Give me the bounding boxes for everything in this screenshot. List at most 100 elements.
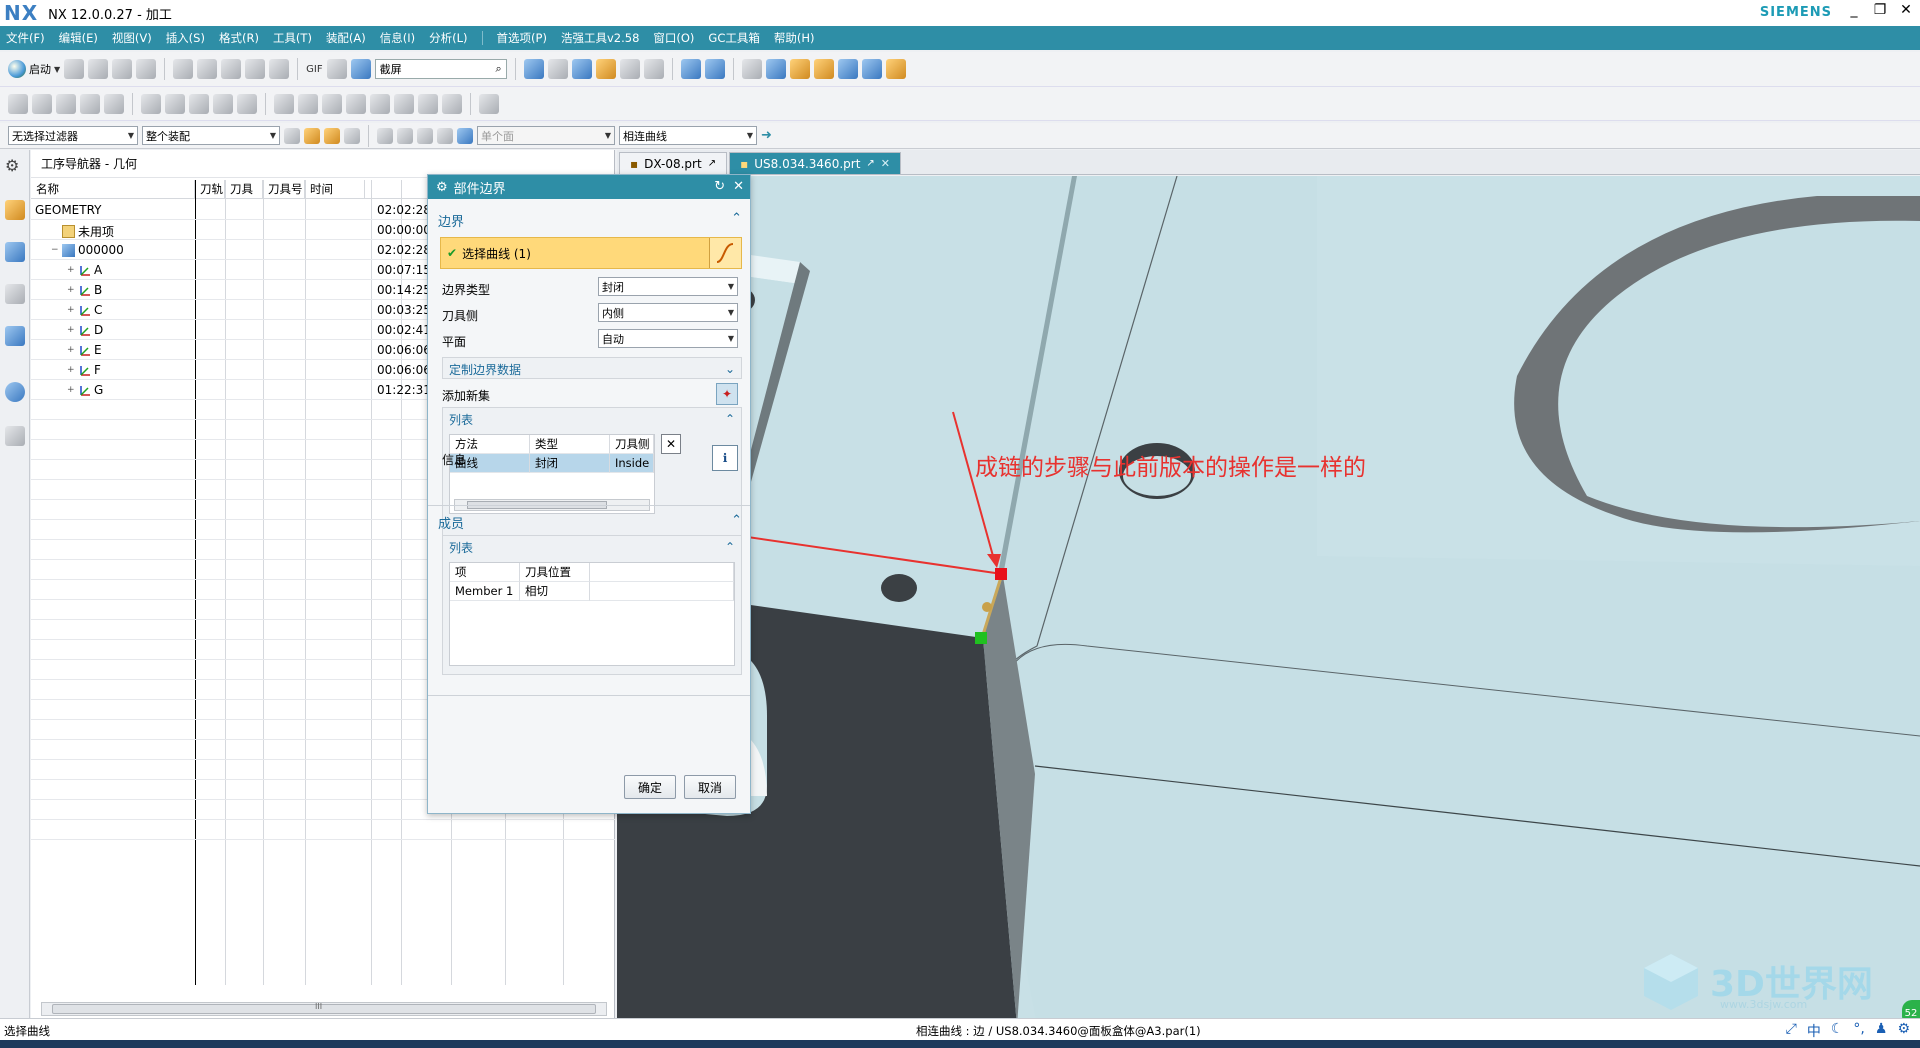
constraint-navigator-icon[interactable] [5,242,25,262]
face-rule-select[interactable]: 单个面 ▼ [477,126,615,145]
filter-settings-icon[interactable] [284,127,300,144]
navigator-horizontal-scrollbar[interactable]: III [41,1002,607,1016]
operation-navigator-icon[interactable] [5,326,25,346]
rectangle-select-icon[interactable] [417,127,433,144]
machine-tool-view-icon[interactable] [165,93,185,114]
plane-select[interactable]: 自动 ▼ [598,329,738,348]
collapse-icon[interactable]: − [51,245,59,255]
close-button[interactable]: ✕ [1898,2,1914,18]
edge-display-icon[interactable] [595,59,616,79]
tab-dx-08[interactable]: ▪ DX-08.prt ↗ [619,152,728,174]
face-select-icon[interactable] [457,127,473,144]
expand-icon[interactable]: + [67,285,75,295]
machine-tool-navigator-icon[interactable] [5,426,25,446]
expand-icon[interactable]: + [67,385,75,395]
model-view[interactable]: Z Y X [617,176,1920,1026]
menu-gc-toolbox[interactable]: GC工具箱 [708,30,759,46]
menu-view[interactable]: 视图(V) [112,30,152,46]
snap-end-icon[interactable] [397,127,413,144]
menu-format[interactable]: 格式(R) [219,30,259,46]
add-set-button[interactable]: ✦ [716,383,738,405]
history-clock-icon[interactable] [5,382,25,402]
chain-start-marker[interactable] [995,568,1007,580]
assembly-navigator-icon[interactable] [5,200,25,220]
part-navigator-icon[interactable] [5,284,25,304]
select-remove-icon[interactable] [344,127,360,144]
save-icon[interactable] [112,59,133,79]
col-toolpath[interactable]: 刀轨 [195,180,225,198]
body-select-icon[interactable] [437,127,453,144]
ipw-icon[interactable] [370,93,390,114]
window-frame-icon[interactable] [643,59,664,79]
minimize-button[interactable]: _ [1846,2,1862,18]
cancel-button[interactable]: 取消 [684,775,736,799]
create-tool-icon[interactable] [32,93,52,114]
scrollbar-thumb[interactable]: III [52,1002,596,1014]
snap-icon[interactable] [789,59,810,79]
set-list-table[interactable]: 方法 类型 刀具侧 曲线 封闭 Inside [449,434,655,514]
members-table[interactable]: 项 刀具位置 Member 1 相切 [449,562,735,666]
object-icon[interactable] [418,93,438,114]
close-tab-icon[interactable]: ✕ [881,157,890,170]
geometry-view-icon[interactable] [189,93,209,114]
chain-end-marker[interactable] [975,632,987,644]
assembly-scope-select[interactable]: 整个装配 ▼ [142,126,280,145]
members-section-header[interactable]: 成员 ⌃ [438,513,742,532]
measure-icon[interactable] [885,59,906,79]
selection-filter-select[interactable]: 无选择过滤器 ▼ [8,126,138,145]
menu-haoqiang-tools[interactable]: 浩强工具v2.58 [561,30,639,46]
ok-button[interactable]: 确定 [624,775,676,799]
arrow-right-icon[interactable]: ➜ [761,128,772,143]
col-name[interactable]: 名称 [31,180,195,198]
expand-icon[interactable]: + [67,365,75,375]
user-icon[interactable]: ♟ [1875,1021,1888,1041]
menu-edit[interactable]: 编辑(E) [59,30,98,46]
boundary-section-header[interactable]: 边界 ⌃ [438,211,742,230]
create-method-icon[interactable] [80,93,100,114]
reset-icon[interactable]: ↻ [714,179,725,194]
new-file-icon[interactable] [64,59,85,79]
custom-boundary-data-section[interactable]: 定制边界数据 ⌄ [442,357,742,379]
verify-icon[interactable] [274,93,294,114]
expand-icon[interactable]: + [67,265,75,275]
generate-toolpath-icon[interactable] [237,93,257,114]
select-curve-row[interactable]: ✔ 选择曲线 (1) [440,237,742,269]
print-icon[interactable] [136,59,157,79]
gear-icon[interactable]: ⚙ [5,156,25,176]
menu-file[interactable]: 文件(F) [6,30,45,46]
close-icon[interactable]: ✕ [733,179,744,194]
shop-doc-icon[interactable] [346,93,366,114]
expand-icon[interactable]: + [67,305,75,315]
method-view-icon[interactable] [213,93,233,114]
display-icon[interactable] [442,93,462,114]
settings-icon[interactable]: ⚙ [1897,1021,1910,1041]
menu-analysis[interactable]: 分析(L) [429,30,467,46]
restore-button[interactable]: ❐ [1872,2,1888,18]
postprocess-icon[interactable] [322,93,342,114]
menu-insert[interactable]: 插入(S) [166,30,205,46]
punctuation-icon[interactable]: °, [1853,1021,1864,1041]
select-add-icon[interactable] [324,127,340,144]
frame-icon[interactable] [326,59,347,79]
grid-icon[interactable] [861,59,882,79]
analysis-icon[interactable] [479,93,499,114]
undo-icon[interactable] [269,59,290,79]
tools-icon[interactable] [813,59,834,79]
col-tool[interactable]: 刀具 [225,180,263,198]
cut-icon[interactable] [173,59,194,79]
motion-icon[interactable] [837,59,858,79]
expand-icon[interactable]: + [67,325,75,335]
paste-icon[interactable] [221,59,242,79]
delete-icon[interactable] [245,59,266,79]
menu-assembly[interactable]: 装配(A) [326,30,366,46]
menu-preferences[interactable]: 首选项(P) [497,30,547,46]
expand-icon[interactable]: + [67,345,75,355]
start-button[interactable]: 启动 ▼ [8,60,60,78]
graphics-window[interactable]: Z Y X [617,176,1920,1026]
open-file-icon[interactable] [88,59,109,79]
shaded-cube-icon[interactable] [571,59,592,79]
curve-selection-button[interactable] [709,238,741,268]
curve-rule-select[interactable]: 相连曲线 ▼ [619,126,757,145]
simulate-icon[interactable] [298,93,318,114]
face-display-icon[interactable] [619,59,640,79]
